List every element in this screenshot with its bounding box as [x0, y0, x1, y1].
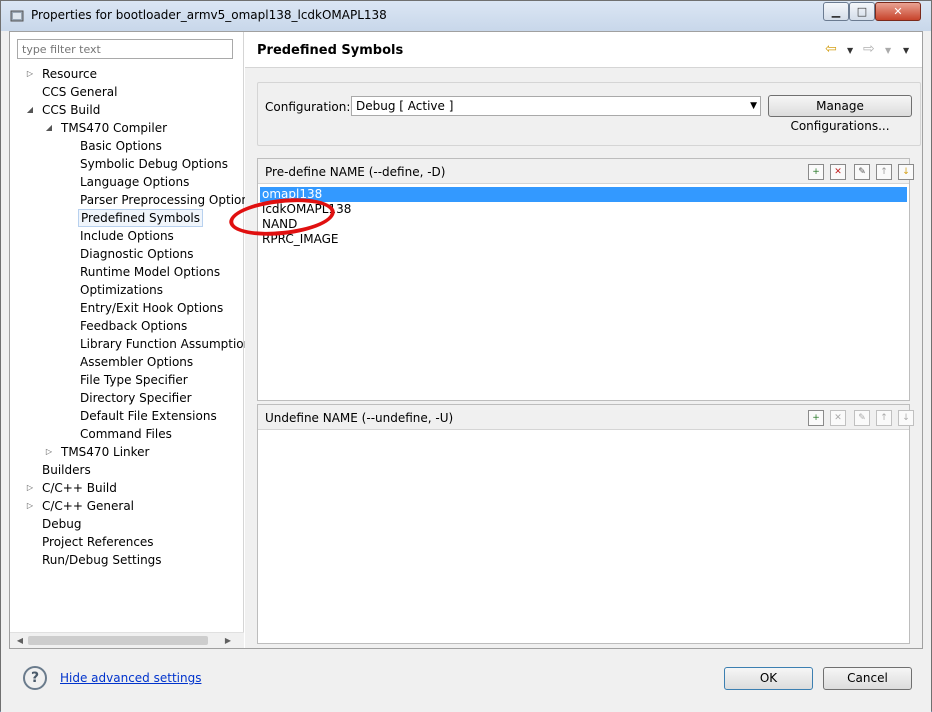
filter-input[interactable]: [17, 39, 233, 59]
move-down-icon[interactable]: ↓: [898, 164, 914, 180]
tree-item-file-type-specifier[interactable]: File Type Specifier: [78, 371, 190, 389]
forward-dropdown-icon[interactable]: ▼: [885, 42, 891, 60]
tree-item-c-c-general[interactable]: C/C++ General: [40, 497, 136, 515]
configuration-group: Configuration: Debug [ Active ] ▼ Manage…: [257, 82, 921, 146]
expand-arrow-icon[interactable]: ▷: [44, 443, 54, 461]
property-page: Predefined Symbols ⇦ ▼ ⇨ ▼ ▼ Configurati…: [245, 32, 922, 648]
dialog-button-bar: ? Hide advanced settings OK Cancel: [1, 649, 931, 712]
edit-icon[interactable]: ✎: [854, 410, 870, 426]
expand-arrow-icon[interactable]: ▷: [25, 65, 35, 83]
symbol-list-item[interactable]: omapl138: [260, 187, 907, 202]
tree-item-language-options[interactable]: Language Options: [78, 173, 191, 191]
tree-item-c-c-build[interactable]: C/C++ Build: [40, 479, 119, 497]
tree-item-resource[interactable]: Resource: [40, 65, 99, 83]
tree-item-default-file-extensions[interactable]: Default File Extensions: [78, 407, 219, 425]
scroll-left-icon[interactable]: ◀: [12, 633, 28, 649]
property-tree-pane: ▷ResourceCCS General◢CCS Build◢TMS470 Co…: [10, 32, 255, 648]
tree-item-run-debug-settings[interactable]: Run/Debug Settings: [40, 551, 164, 569]
edit-icon[interactable]: ✎: [854, 164, 870, 180]
properties-dialog: Properties for bootloader_armv5_omapl138…: [0, 0, 932, 712]
hide-advanced-settings-link[interactable]: Hide advanced settings: [60, 671, 201, 685]
tree-horizontal-scrollbar[interactable]: ◀ ▶: [10, 632, 244, 648]
delete-icon[interactable]: ✕: [830, 164, 846, 180]
move-up-icon[interactable]: ↑: [876, 164, 892, 180]
tree-item-ccs-general[interactable]: CCS General: [40, 83, 119, 101]
tree-item-tms470-linker[interactable]: TMS470 Linker: [59, 443, 151, 461]
cancel-button[interactable]: Cancel: [823, 667, 912, 690]
tree-item-debug[interactable]: Debug: [40, 515, 83, 533]
dialog-content: ▷ResourceCCS General◢CCS Build◢TMS470 Co…: [9, 31, 923, 649]
configuration-select[interactable]: Debug [ Active ] ▼: [351, 96, 761, 116]
page-header: Predefined Symbols ⇦ ▼ ⇨ ▼ ▼: [245, 32, 922, 68]
minimize-button[interactable]: ▁: [823, 2, 849, 21]
page-title: Predefined Symbols: [257, 43, 404, 58]
predefine-title: Pre-define NAME (--define, -D): [265, 165, 446, 179]
tree-item-runtime-model-options[interactable]: Runtime Model Options: [78, 263, 222, 281]
tree-item-command-files[interactable]: Command Files: [78, 425, 174, 443]
move-down-icon[interactable]: ↓: [898, 410, 914, 426]
tree-item-basic-options[interactable]: Basic Options: [78, 137, 164, 155]
tree-item-diagnostic-options[interactable]: Diagnostic Options: [78, 245, 196, 263]
ok-button[interactable]: OK: [724, 667, 813, 690]
tree-item-library-function-assumption[interactable]: Library Function Assumption: [78, 335, 253, 353]
tree-item-directory-specifier[interactable]: Directory Specifier: [78, 389, 194, 407]
chevron-down-icon: ▼: [750, 101, 757, 111]
collapse-arrow-icon[interactable]: ◢: [25, 101, 35, 119]
move-up-icon[interactable]: ↑: [876, 410, 892, 426]
undefine-group: Undefine NAME (--undefine, -U) + ✕ ✎ ↑ ↓: [257, 404, 914, 644]
expand-arrow-icon[interactable]: ▷: [25, 479, 35, 497]
app-icon: [10, 10, 24, 22]
scroll-right-icon[interactable]: ▶: [220, 633, 236, 649]
tree-item-optimizations[interactable]: Optimizations: [78, 281, 165, 299]
tree-item-parser-preprocessing-options[interactable]: Parser Preprocessing Options: [78, 191, 257, 209]
tree-item-predefined-symbols[interactable]: Predefined Symbols: [78, 209, 204, 227]
predefine-header: Pre-define NAME (--define, -D) + ✕ ✎ ↑ ↓: [258, 159, 914, 184]
collapse-arrow-icon[interactable]: ◢: [44, 119, 54, 137]
tree-item-feedback-options[interactable]: Feedback Options: [78, 317, 189, 335]
tree-item-project-references[interactable]: Project References: [40, 533, 156, 551]
tree-item-tms470-compiler[interactable]: TMS470 Compiler: [59, 119, 169, 137]
close-button[interactable]: ✕: [875, 2, 921, 21]
forward-arrow-icon[interactable]: ⇨: [863, 40, 875, 58]
tree-item-entry-exit-hook-options[interactable]: Entry/Exit Hook Options: [78, 299, 225, 317]
tree-item-ccs-build[interactable]: CCS Build: [40, 101, 102, 119]
view-menu-icon[interactable]: ▼: [903, 42, 909, 60]
tree-item-symbolic-debug-options[interactable]: Symbolic Debug Options: [78, 155, 230, 173]
add-icon[interactable]: +: [808, 164, 824, 180]
configuration-label: Configuration:: [265, 100, 351, 114]
expand-arrow-icon[interactable]: ▷: [25, 497, 35, 515]
undefine-title: Undefine NAME (--undefine, -U): [265, 411, 454, 425]
tree-item-assembler-options[interactable]: Assembler Options: [78, 353, 195, 371]
delete-icon[interactable]: ✕: [830, 410, 846, 426]
back-dropdown-icon[interactable]: ▼: [847, 42, 853, 60]
title-bar: Properties for bootloader_armv5_omapl138…: [1, 1, 931, 31]
undefine-header: Undefine NAME (--undefine, -U) + ✕ ✎ ↑ ↓: [258, 405, 914, 430]
tree-item-builders[interactable]: Builders: [40, 461, 93, 479]
scrollbar-thumb[interactable]: [28, 636, 208, 645]
back-arrow-icon[interactable]: ⇦: [825, 40, 837, 58]
window-title: Properties for bootloader_armv5_omapl138…: [31, 8, 387, 22]
manage-configurations-button[interactable]: Manage Configurations...: [768, 95, 912, 133]
predefine-group: Pre-define NAME (--define, -D) + ✕ ✎ ↑ ↓…: [257, 158, 914, 401]
configuration-value: Debug [ Active ]: [356, 99, 454, 113]
add-icon[interactable]: +: [808, 410, 824, 426]
maximize-button[interactable]: □: [849, 2, 875, 21]
help-icon[interactable]: ?: [23, 666, 47, 690]
tree-item-include-options[interactable]: Include Options: [78, 227, 176, 245]
